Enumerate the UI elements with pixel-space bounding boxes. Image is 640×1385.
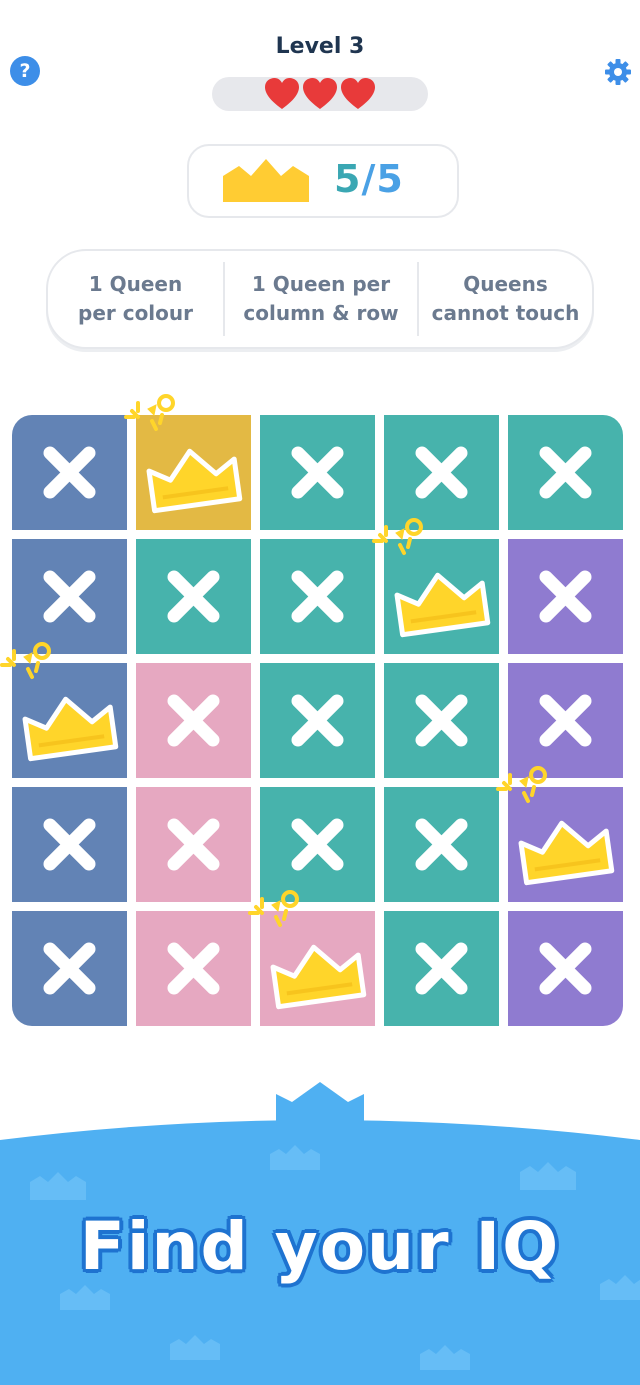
board-cell[interactable] [260,539,375,654]
game-board [0,394,624,1027]
board-cell[interactable] [372,518,499,654]
question-mark-icon: ? [19,60,31,82]
rule-no-touching: Queens cannot touch [419,270,592,328]
rules-panel: 1 Queen per colour 1 Queen per column & … [46,249,594,349]
total-count: 5 [376,157,404,201]
heart-icon [265,78,299,109]
queen-crown-icon [0,642,119,762]
board-cell[interactable] [508,539,623,654]
queen-crown-icon [372,518,491,638]
x-mark-icon [539,570,592,623]
x-mark-icon [291,818,344,871]
x-mark-icon [43,942,96,995]
board-cell[interactable] [12,911,127,1026]
settings-button[interactable] [602,56,634,88]
board-cell[interactable] [384,663,499,778]
board-cell[interactable] [384,415,499,530]
x-mark-icon [167,694,220,747]
x-mark-icon [539,446,592,499]
queen-crown-icon [496,766,615,886]
level-title: Level 3 [275,34,365,59]
crown-icon [223,159,309,202]
board-cell[interactable] [124,394,251,530]
rule-one-per-row-column: 1 Queen per column & row [225,270,417,328]
x-mark-icon [43,818,96,871]
board-cell[interactable] [12,415,127,530]
x-mark-icon [291,694,344,747]
promo-tagline: Find your IQ [79,1208,561,1285]
x-mark-icon [415,942,468,995]
crown-count-text: 5/5 [334,157,404,201]
x-mark-icon [167,818,220,871]
board-cell[interactable] [260,663,375,778]
x-mark-icon [167,942,220,995]
rule-line: 1 Queen [88,272,183,296]
x-mark-icon [167,570,220,623]
x-mark-icon [415,694,468,747]
x-mark-icon [415,818,468,871]
x-mark-icon [291,446,344,499]
board-cell[interactable] [260,415,375,530]
gear-icon [605,59,631,85]
x-mark-icon [43,570,96,623]
board-cell[interactable] [384,787,499,902]
board-cell[interactable] [136,663,251,778]
x-mark-icon [539,694,592,747]
board-cell[interactable] [136,787,251,902]
placed-count: 5 [334,157,362,201]
board-cell[interactable] [496,766,623,902]
rule-line: Queens [463,272,548,296]
rule-line: per colour [78,301,193,325]
board-cell[interactable] [384,911,499,1026]
rule-line: column & row [243,301,399,325]
board-cell[interactable] [12,787,127,902]
board-cell[interactable] [136,539,251,654]
board-cell[interactable] [12,539,127,654]
board-cell[interactable] [260,787,375,902]
x-mark-icon [539,942,592,995]
board-cell[interactable] [508,415,623,530]
queen-crown-icon [124,394,243,514]
lives-bar [212,77,428,111]
board-cell[interactable] [248,890,375,1026]
board-cell[interactable] [0,642,127,778]
count-slash: / [361,157,377,201]
help-button[interactable]: ? [10,56,40,86]
x-mark-icon [291,570,344,623]
rule-line: 1 Queen per [251,272,391,296]
board-cell[interactable] [508,911,623,1026]
rule-one-per-colour: 1 Queen per colour [48,270,223,328]
heart-icon [341,78,375,109]
rule-line: cannot touch [431,301,580,325]
x-mark-icon [43,446,96,499]
queen-crown-icon [248,890,367,1010]
board-cell[interactable] [136,911,251,1026]
heart-icon [303,78,337,109]
board-cell[interactable] [508,663,623,778]
x-mark-icon [415,446,468,499]
